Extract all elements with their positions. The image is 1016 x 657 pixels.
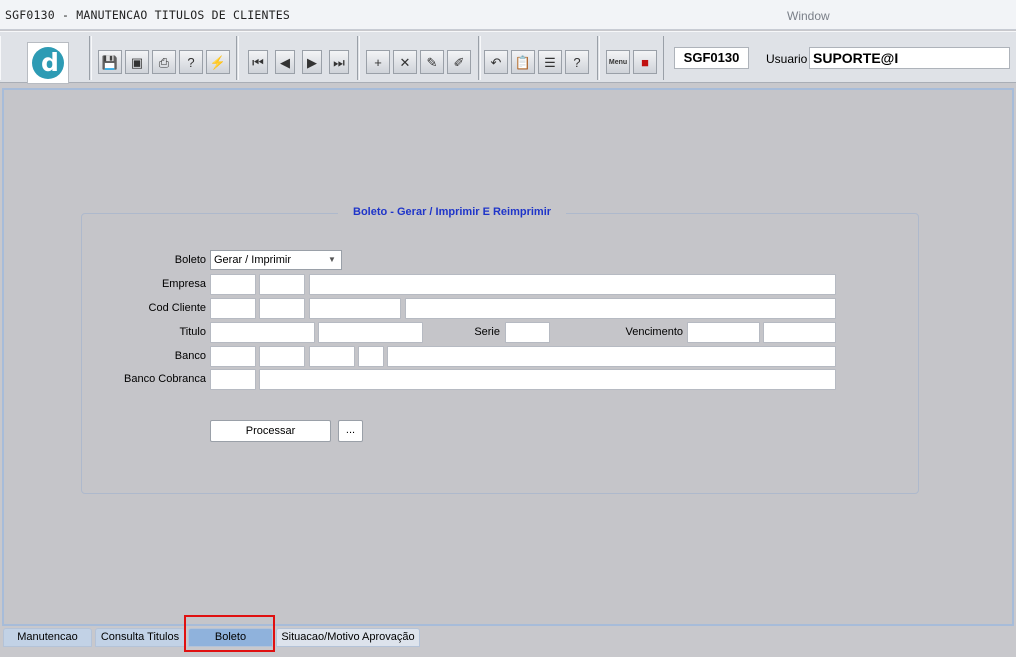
banco-label: Banco: [174, 350, 206, 362]
banco-field-1[interactable]: [210, 346, 256, 367]
logo-icon: d: [32, 47, 64, 79]
list-values-icon[interactable]: ☰: [538, 50, 562, 74]
processar-button[interactable]: Processar: [210, 420, 331, 442]
toolbar: d 💾 ▣ ⎙ ? ⚡ ⏮ ◀ ▶ ⏭ + ✕ ✎ ✐ ↶ 📋 ☰ ? Menu…: [0, 31, 1016, 84]
banco-cobranca-label: Banco Cobranca: [124, 373, 206, 385]
undo-icon[interactable]: ↶: [484, 50, 508, 74]
help-icon[interactable]: ?: [565, 50, 589, 74]
edit-field-icon[interactable]: ✐: [447, 50, 471, 74]
previous-record-icon[interactable]: ◀: [275, 50, 295, 74]
screen-code: SGF0130: [674, 47, 749, 69]
delete-record-icon[interactable]: ✕: [393, 50, 417, 74]
banco-cobranca-name-field[interactable]: [259, 369, 836, 390]
last-record-icon[interactable]: ⏭: [329, 50, 349, 74]
vencimento-label: Vencimento: [625, 326, 683, 338]
titulo-field-1[interactable]: [210, 322, 315, 343]
execute-icon[interactable]: ⚡: [206, 50, 230, 74]
tab-manutencao[interactable]: Manutencao: [3, 628, 92, 647]
record-tools-group: 💾 ▣ ⎙ ? ⚡: [91, 36, 237, 80]
banco-cobranca-code-field[interactable]: [210, 369, 256, 390]
empresa-field-2[interactable]: [259, 274, 305, 295]
boleto-select-value: Gerar / Imprimir: [214, 254, 291, 266]
navigation-group: ⏮ ◀ ▶ ⏭: [238, 36, 358, 80]
empresa-name-field[interactable]: [309, 274, 836, 295]
chevron-down-icon[interactable]: ▼: [325, 253, 339, 267]
clipboard-icon[interactable]: 📋: [511, 50, 535, 74]
app-logo: d: [27, 42, 69, 84]
banco-name-field[interactable]: [387, 346, 836, 367]
user-label: Usuario: [766, 52, 808, 66]
cliente-name-field[interactable]: [405, 298, 836, 319]
misc-tools-group: ↶ 📋 ☰ ?: [480, 36, 598, 80]
main-panel: Boleto - Gerar / Imprimir E Reimprimir B…: [2, 88, 1014, 626]
title-bar: SGF0130 - MANUTENCAO TITULOS DE CLIENTES…: [0, 0, 1016, 30]
exit-icon[interactable]: ■: [633, 50, 657, 74]
next-record-icon[interactable]: ▶: [302, 50, 322, 74]
logo-group: d: [0, 36, 90, 84]
vencimento-end-field[interactable]: [763, 322, 836, 343]
banco-field-2[interactable]: [259, 346, 305, 367]
query-help-icon[interactable]: ?: [179, 50, 203, 74]
tab-highlight-box: [184, 615, 275, 652]
window-menu[interactable]: Window: [787, 9, 830, 23]
insert-record-icon[interactable]: +: [366, 50, 390, 74]
first-record-icon[interactable]: ⏮: [248, 50, 268, 74]
cod-cliente-field-3[interactable]: [309, 298, 401, 319]
menu-icon[interactable]: Menu: [606, 50, 630, 74]
tab-consulta-titulos[interactable]: Consulta Titulos: [95, 628, 185, 647]
clear-form-icon[interactable]: ✎: [420, 50, 444, 74]
user-field: SUPORTE@I: [809, 47, 1010, 69]
cod-cliente-field-1[interactable]: [210, 298, 256, 319]
boleto-label: Boleto: [174, 254, 206, 266]
print-icon[interactable]: ⎙: [152, 50, 176, 74]
serie-label: Serie: [474, 326, 500, 338]
window-title: SGF0130 - MANUTENCAO TITULOS DE CLIENTES: [5, 8, 290, 22]
vencimento-start-field[interactable]: [687, 322, 760, 343]
save-icon[interactable]: 💾: [98, 50, 122, 74]
edit-tools-group: + ✕ ✎ ✐: [359, 36, 479, 80]
banco-field-3[interactable]: [309, 346, 355, 367]
menu-exit-group: Menu ■: [599, 36, 664, 80]
titulo-label: Titulo: [179, 326, 207, 338]
empresa-label: Empresa: [161, 278, 206, 290]
serie-field[interactable]: [505, 322, 550, 343]
ellipsis-button[interactable]: ...: [338, 420, 363, 442]
window-icon[interactable]: ▣: [125, 50, 149, 74]
cod-cliente-field-2[interactable]: [259, 298, 305, 319]
titulo-field-2[interactable]: [318, 322, 423, 343]
section-title: Boleto - Gerar / Imprimir E Reimprimir: [338, 206, 567, 218]
tab-situacao-motivo-aprovacao[interactable]: Situacao/Motivo Aprovação: [276, 628, 420, 647]
boleto-select[interactable]: Gerar / Imprimir ▼: [210, 250, 342, 270]
cod-cliente-label: Cod Cliente: [148, 302, 206, 314]
empresa-field-1[interactable]: [210, 274, 256, 295]
banco-field-4[interactable]: [358, 346, 384, 367]
